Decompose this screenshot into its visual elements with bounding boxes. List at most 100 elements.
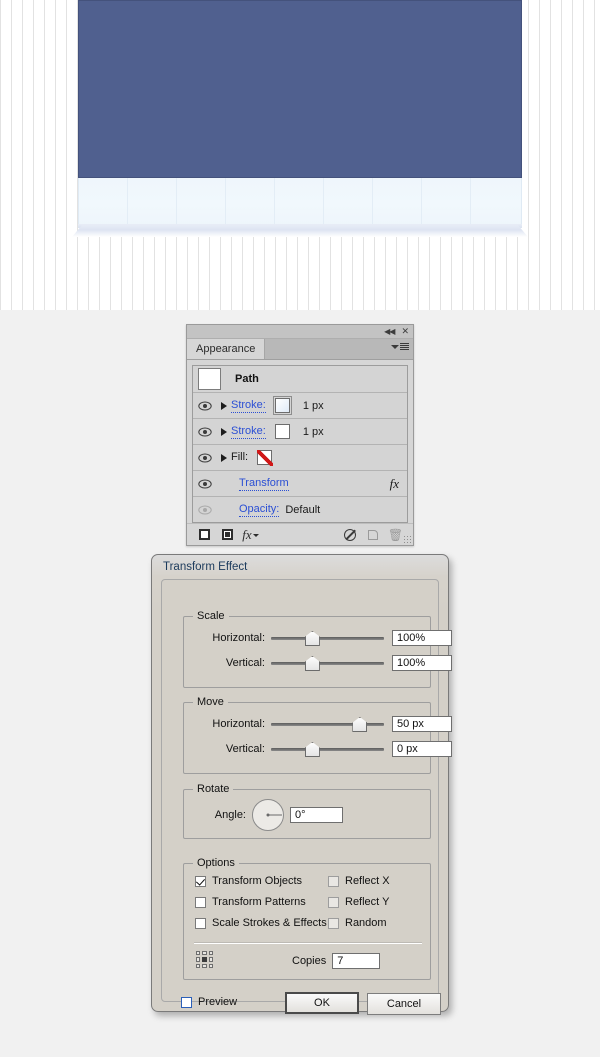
panel-menu-icon[interactable] [391,343,409,350]
checkbox-icon[interactable] [328,875,339,887]
artwork-segment-divider [323,178,324,226]
clear-appearance-icon[interactable] [338,528,361,541]
move-vertical-slider[interactable] [271,742,384,757]
stroke-weight-value[interactable]: 1 px [303,426,324,438]
add-new-stroke-icon[interactable] [193,529,216,540]
visibility-eye-icon-dimmed[interactable] [193,505,216,515]
dialog-content: Scale Horizontal: 100% Vertical: 100% Mo… [161,579,452,1015]
expand-arrow-icon[interactable] [216,427,231,436]
angle-dial-icon[interactable] [252,799,284,831]
preview-label: Preview [198,996,238,1008]
transform-effect-dialog[interactable]: Transform Effect Scale Horizontal: 100% … [151,554,452,1015]
checkbox-scale-strokes-effects[interactable]: Scale Strokes & Effects [195,917,327,929]
checkbox-preview[interactable]: Preview [181,996,237,1008]
scale-horizontal-slider[interactable] [271,631,384,646]
add-new-effect-icon[interactable]: fx [239,527,262,543]
rotate-angle-input[interactable]: 0° [290,807,343,823]
anchor-point-grid-icon[interactable] [196,951,213,968]
object-type-label: Path [235,373,259,385]
cancel-button-label: Cancel [386,998,422,1010]
scale-vertical-label: Vertical: [225,657,265,669]
object-thumbnail [198,368,221,390]
fill-label[interactable]: Fill: [231,451,248,464]
stroke-label[interactable]: Stroke: [231,425,266,439]
ok-button[interactable]: OK [285,992,359,1014]
illustrator-canvas [0,0,600,310]
checkbox-icon[interactable] [195,875,206,887]
move-vertical-label: Vertical: [225,743,265,755]
artwork-segment-divider [421,178,422,226]
table-row[interactable]: Fill: [193,445,407,471]
rotate-group-legend: Rotate [193,783,234,795]
double-chevron-left-icon[interactable]: ◀◀ [384,327,395,336]
copies-label: Copies [292,955,327,967]
artwork-segment-divider [176,178,177,226]
panel-tab-row: Appearance [187,339,413,360]
expand-arrow-icon[interactable] [216,453,231,462]
table-row[interactable]: Opacity: Default [193,497,407,522]
table-row[interactable]: Stroke: 1 px [193,419,407,445]
table-row[interactable]: Transform fx [193,471,407,497]
duplicate-item-icon[interactable] [361,529,384,540]
checkbox-transform-patterns[interactable]: Transform Patterns [195,896,306,908]
effect-fx-icon[interactable]: fx [390,476,399,492]
dialog-title: Transform Effect [163,561,248,573]
checkbox-reflect-y[interactable]: Reflect Y [328,896,389,908]
checkbox-icon[interactable] [195,896,206,908]
visibility-eye-icon[interactable] [193,427,216,437]
scale-group-legend: Scale [193,610,229,622]
ok-button-label: OK [314,997,330,1009]
scale-vertical-input[interactable]: 100% [392,655,452,671]
options-group: Options Transform Objects Transform Patt… [183,857,431,980]
visibility-eye-icon[interactable] [193,453,216,463]
artwork-segment-divider [470,178,471,226]
add-new-fill-icon[interactable] [216,529,239,540]
checkbox-reflect-x[interactable]: Reflect X [328,875,390,887]
move-vertical-input[interactable]: 0 px [392,741,452,757]
cancel-button[interactable]: Cancel [367,993,441,1015]
artwork-group[interactable] [72,0,528,244]
checkbox-transform-objects[interactable]: Transform Objects [195,875,302,887]
scale-vertical-slider[interactable] [271,656,384,671]
artwork-blue-rectangle [78,0,522,178]
checkbox-label: Scale Strokes & Effects [212,917,327,929]
visibility-eye-icon[interactable] [193,401,216,411]
visibility-eye-icon[interactable] [193,479,216,489]
copies-input[interactable]: 7 [332,953,381,969]
fill-none-swatch[interactable] [257,450,274,466]
artwork-segment-divider [372,178,373,226]
resize-grip-icon[interactable] [403,535,411,543]
move-horizontal-slider[interactable] [271,717,384,732]
chevron-down-icon [391,344,399,349]
scale-horizontal-input[interactable]: 100% [392,630,452,646]
stroke-label[interactable]: Stroke: [231,399,266,413]
move-horizontal-input[interactable]: 50 px [392,716,452,732]
appearance-footer-toolbar: fx 🗑 [187,523,413,545]
close-icon[interactable]: ✕ [401,327,409,336]
checkbox-icon[interactable] [181,996,192,1008]
divider [194,942,422,944]
table-row[interactable]: Stroke: 1 px [193,393,407,419]
checkbox-icon[interactable] [328,917,339,929]
artwork-lower-band [78,178,522,226]
hamburger-icon [400,343,409,350]
transform-effect-label[interactable]: Transform [239,477,289,491]
stroke-color-swatch[interactable] [272,396,292,415]
appearance-object-row[interactable]: Path [193,366,407,393]
checkbox-label: Transform Objects [212,875,303,887]
checkbox-label: Reflect X [345,875,390,887]
checkbox-random[interactable]: Random [328,917,387,929]
opacity-value: Default [285,503,321,516]
checkbox-icon[interactable] [195,917,206,929]
rotate-angle-label: Angle: [214,809,246,821]
opacity-label[interactable]: Opacity: [239,503,280,517]
scale-group: Scale Horizontal: 100% Vertical: 100% [183,610,452,688]
tab-appearance-label: Appearance [196,343,256,355]
checkbox-icon[interactable] [328,896,339,908]
options-group-legend: Options [193,857,239,869]
stroke-weight-value[interactable]: 1 px [303,400,324,412]
expand-arrow-icon[interactable] [216,401,231,410]
tab-appearance[interactable]: Appearance [187,339,266,359]
appearance-panel[interactable]: ◀◀ ✕ Appearance Path Stroke: 1 px Stroke… [186,324,414,546]
stroke-color-swatch[interactable] [274,424,290,439]
